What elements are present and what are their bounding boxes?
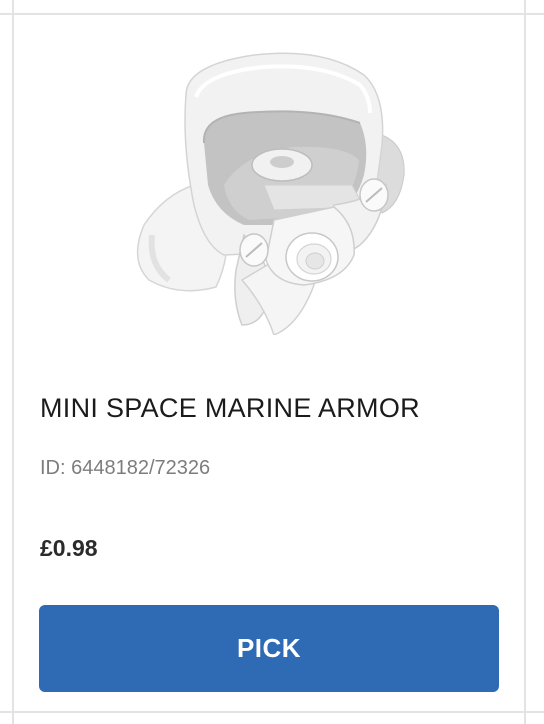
space-marine-armor-image [136,52,405,336]
product-image[interactable] [124,35,424,336]
product-id: ID: 6448182/72326 [40,457,211,479]
pick-button[interactable]: PICK [39,605,499,692]
grid-divider-bottom [0,711,544,713]
product-price: £0.98 [40,535,98,561]
product-title[interactable]: MINI SPACE MARINE ARMOR [40,393,420,424]
product-card: MINI SPACE MARINE ARMOR ID: 6448182/7232… [14,15,524,711]
grid-divider-right [524,0,526,724]
